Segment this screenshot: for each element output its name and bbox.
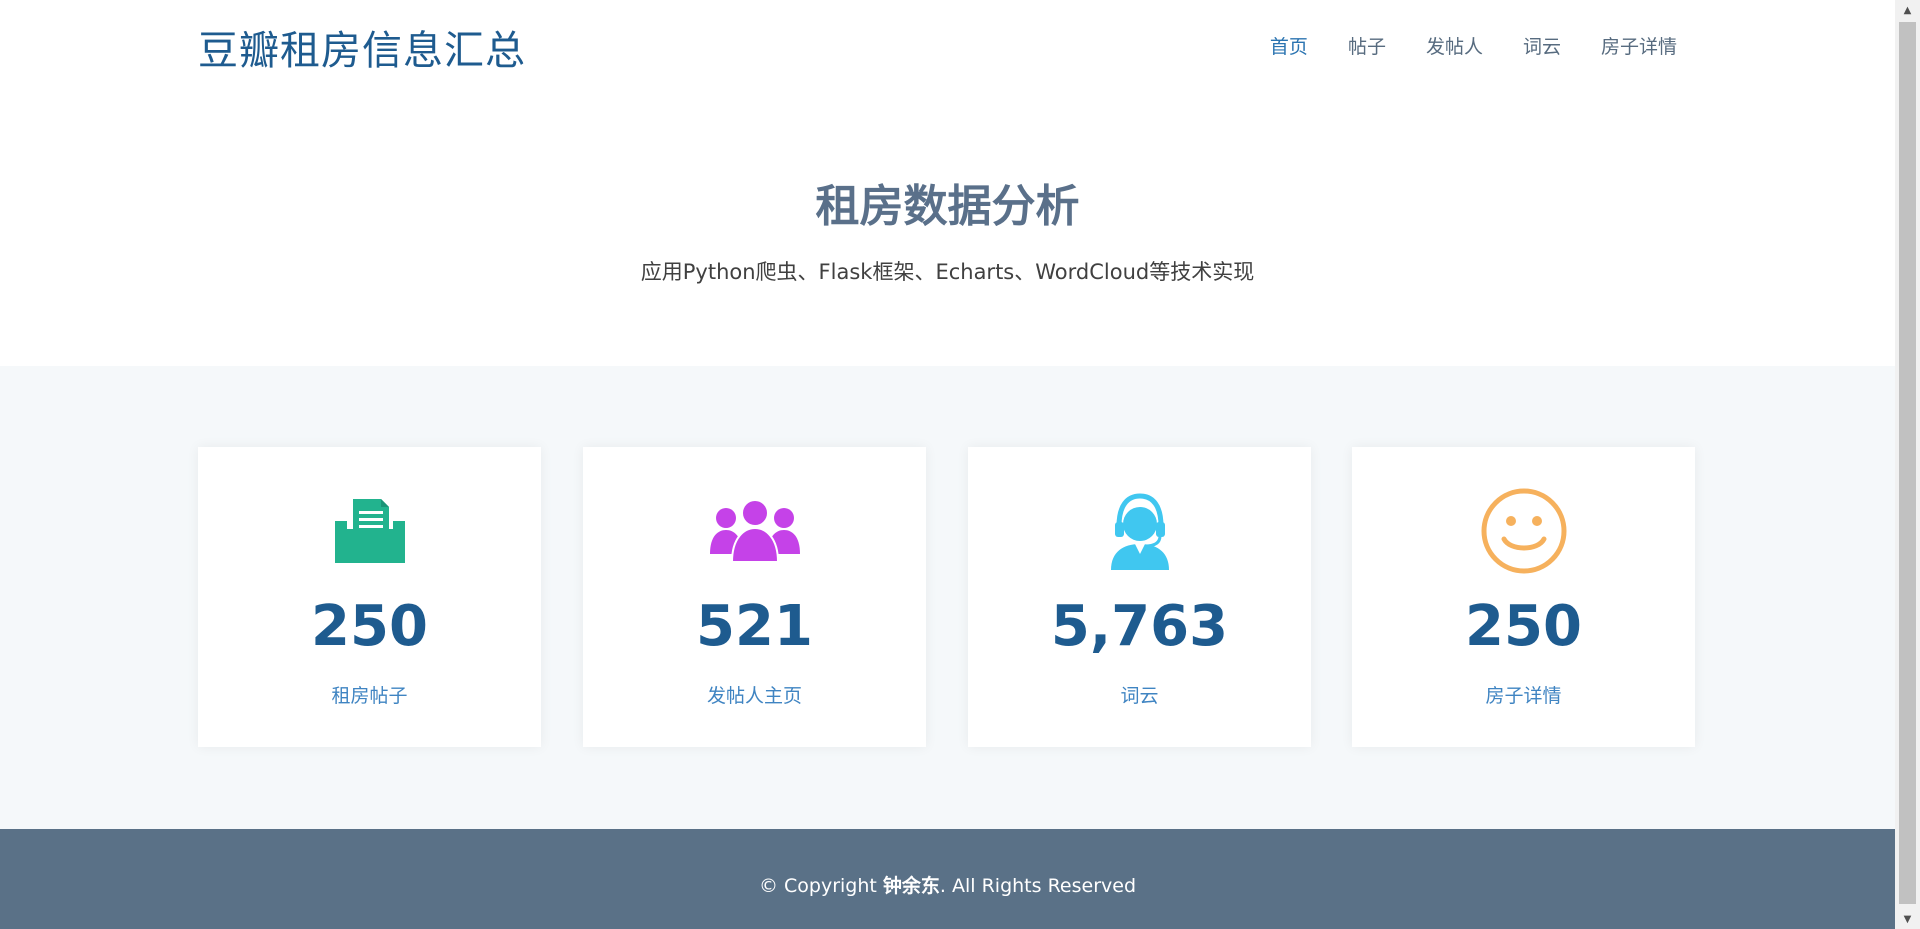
copyright-suffix: . All Rights Reserved	[939, 875, 1136, 897]
stat-card-house-details[interactable]: 250 房子详情	[1352, 447, 1695, 747]
nav-item-posts[interactable]: 帖子	[1348, 32, 1386, 59]
vertical-scrollbar[interactable]: ▲ ▼	[1895, 0, 1920, 929]
copyright-text: © Copyright 钟余东. All Rights Reserved	[0, 871, 1895, 898]
stat-count: 250	[311, 594, 428, 659]
scroll-down-icon[interactable]: ▼	[1895, 909, 1920, 929]
site-header: 豆瓣租房信息汇总 首页 帖子 发帖人 词云 房子详情	[0, 0, 1895, 90]
stat-label: 发帖人主页	[706, 685, 802, 707]
nav-item-posters[interactable]: 发帖人	[1426, 32, 1483, 59]
stats-section: 250 租房帖子 521 发帖人主页 5,763 词云 250 房子详情	[0, 366, 1895, 829]
stat-label: 词云	[1120, 685, 1159, 707]
nav-item-house-details[interactable]: 房子详情	[1601, 32, 1677, 59]
site-footer: © Copyright 钟余东. All Rights Reserved	[0, 829, 1895, 929]
stat-card-posts[interactable]: 250 租房帖子	[198, 447, 541, 747]
scroll-thumb[interactable]	[1899, 22, 1916, 904]
stat-label: 房子详情	[1485, 685, 1562, 707]
site-logo[interactable]: 豆瓣租房信息汇总	[198, 18, 526, 76]
page: 豆瓣租房信息汇总 首页 帖子 发帖人 词云 房子详情 租房数据分析 应用Pyth…	[0, 0, 1895, 929]
stat-label: 租房帖子	[331, 685, 408, 707]
stat-count: 521	[696, 594, 813, 659]
main-nav: 首页 帖子 发帖人 词云 房子详情	[1270, 32, 1677, 59]
people-group-icon	[583, 485, 926, 577]
nav-item-home[interactable]: 首页	[1270, 32, 1308, 59]
stat-count: 250	[1465, 594, 1582, 659]
stat-card-posters[interactable]: 521 发帖人主页	[583, 447, 926, 747]
hero-title: 租房数据分析	[815, 181, 1080, 232]
nav-item-wordcloud[interactable]: 词云	[1523, 32, 1561, 59]
copyright-author: 钟余东	[882, 875, 940, 897]
hero-section: 租房数据分析 应用Python爬虫、Flask框架、Echarts、WordCl…	[0, 90, 1895, 366]
stat-count: 5,763	[1050, 594, 1229, 659]
stat-card-wordcloud[interactable]: 5,763 词云	[968, 447, 1311, 747]
folder-document-icon	[198, 485, 541, 577]
headset-agent-icon	[968, 485, 1311, 577]
smiley-face-icon	[1352, 485, 1695, 577]
copyright-prefix: © Copyright	[758, 875, 883, 897]
scroll-up-icon[interactable]: ▲	[1895, 0, 1920, 20]
hero-subtitle: 应用Python爬虫、Flask框架、Echarts、WordCloud等技术实…	[640, 260, 1255, 284]
